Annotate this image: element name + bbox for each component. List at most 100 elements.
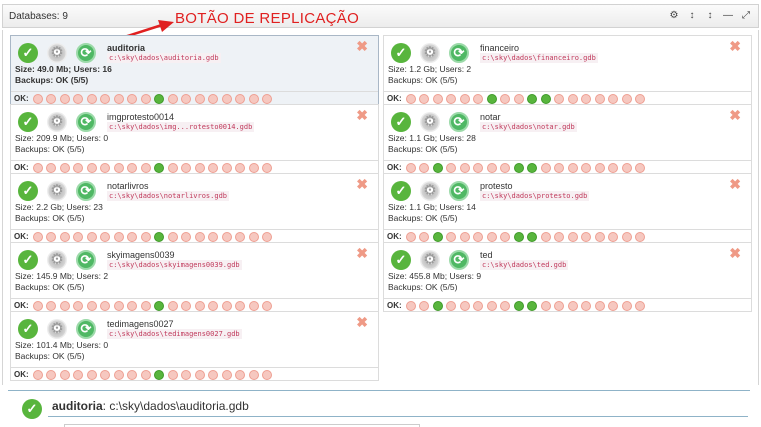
- status-dot[interactable]: [235, 369, 246, 380]
- status-dot[interactable]: [262, 162, 273, 173]
- gear-icon[interactable]: ⚙: [47, 181, 67, 201]
- status-dot[interactable]: [540, 231, 551, 242]
- status-dot[interactable]: [167, 300, 178, 311]
- close-icon[interactable]: ✖: [356, 176, 368, 193]
- status-dot[interactable]: [635, 300, 646, 311]
- replication-icon[interactable]: ⟳: [76, 250, 96, 270]
- status-dot[interactable]: [513, 162, 524, 173]
- sort-icon[interactable]: ↕: [684, 8, 700, 24]
- database-card[interactable]: ✓ ⚙ ⟳ tedimagens0027 c:\sky\dados\tedimagens…: [10, 311, 379, 381]
- status-dot[interactable]: [635, 162, 646, 173]
- status-dot[interactable]: [500, 162, 511, 173]
- status-dot[interactable]: [432, 162, 443, 173]
- close-icon[interactable]: ✖: [356, 245, 368, 262]
- status-dot[interactable]: [140, 162, 151, 173]
- status-dot[interactable]: [235, 93, 246, 104]
- status-dot[interactable]: [486, 231, 497, 242]
- status-dot[interactable]: [554, 93, 565, 104]
- status-dot[interactable]: [635, 93, 646, 104]
- gear-icon[interactable]: ⚙: [47, 112, 67, 132]
- status-dot[interactable]: [486, 93, 497, 104]
- status-dot[interactable]: [581, 300, 592, 311]
- status-dot[interactable]: [140, 93, 151, 104]
- status-dot[interactable]: [127, 93, 138, 104]
- status-dot[interactable]: [567, 93, 578, 104]
- status-dot[interactable]: [86, 300, 97, 311]
- database-card[interactable]: ✓ ⚙ ⟳ protesto c:\sky\dados\protesto.gdb Size…: [383, 173, 752, 243]
- status-dot[interactable]: [608, 162, 619, 173]
- status-dot[interactable]: [154, 231, 165, 242]
- status-dot[interactable]: [581, 162, 592, 173]
- status-dot[interactable]: [432, 231, 443, 242]
- status-dot[interactable]: [181, 93, 192, 104]
- status-dot[interactable]: [167, 162, 178, 173]
- replication-icon[interactable]: ⟳: [449, 181, 469, 201]
- status-dot[interactable]: [59, 162, 70, 173]
- status-dot[interactable]: [113, 300, 124, 311]
- status-dot[interactable]: [194, 369, 205, 380]
- status-dot[interactable]: [46, 369, 57, 380]
- status-dot[interactable]: [194, 231, 205, 242]
- status-dot[interactable]: [181, 300, 192, 311]
- replication-icon[interactable]: ⟳: [76, 43, 96, 63]
- status-dot[interactable]: [621, 93, 632, 104]
- status-dot[interactable]: [594, 162, 605, 173]
- status-dot[interactable]: [73, 369, 84, 380]
- status-dot[interactable]: [419, 93, 430, 104]
- status-dot[interactable]: [527, 162, 538, 173]
- status-dot[interactable]: [73, 93, 84, 104]
- status-dot[interactable]: [621, 162, 632, 173]
- status-dot[interactable]: [221, 300, 232, 311]
- status-ok-icon[interactable]: ✓: [18, 319, 38, 339]
- status-dot[interactable]: [513, 231, 524, 242]
- status-dot[interactable]: [621, 300, 632, 311]
- status-dot[interactable]: [486, 300, 497, 311]
- status-dot[interactable]: [567, 300, 578, 311]
- status-dot[interactable]: [194, 300, 205, 311]
- status-dot[interactable]: [32, 93, 43, 104]
- status-ok-icon[interactable]: ✓: [18, 112, 38, 132]
- status-dot[interactable]: [540, 300, 551, 311]
- database-card[interactable]: ✓ ⚙ ⟳ auditoria c:\sky\dados\auditoria.gdb Si…: [10, 35, 379, 105]
- status-dot[interactable]: [527, 300, 538, 311]
- status-dot[interactable]: [46, 300, 57, 311]
- status-dot[interactable]: [235, 300, 246, 311]
- gear-icon[interactable]: ⚙: [420, 43, 440, 63]
- status-dot[interactable]: [248, 93, 259, 104]
- status-dot[interactable]: [208, 231, 219, 242]
- status-dot[interactable]: [127, 369, 138, 380]
- status-dot[interactable]: [594, 93, 605, 104]
- status-dot[interactable]: [262, 369, 273, 380]
- status-dot[interactable]: [59, 300, 70, 311]
- database-card[interactable]: ✓ ⚙ ⟳ skyimagens0039 c:\sky\dados\skyimagens…: [10, 242, 379, 312]
- status-dot[interactable]: [167, 93, 178, 104]
- status-dot[interactable]: [248, 231, 259, 242]
- status-dot[interactable]: [554, 300, 565, 311]
- status-dot[interactable]: [235, 162, 246, 173]
- status-dot[interactable]: [594, 300, 605, 311]
- status-dot[interactable]: [405, 231, 416, 242]
- status-dot[interactable]: [208, 300, 219, 311]
- status-dot[interactable]: [221, 162, 232, 173]
- status-dot[interactable]: [248, 369, 259, 380]
- status-dot[interactable]: [554, 162, 565, 173]
- status-dot[interactable]: [527, 93, 538, 104]
- gear-icon[interactable]: ⚙: [47, 250, 67, 270]
- status-dot[interactable]: [608, 300, 619, 311]
- status-dot[interactable]: [113, 369, 124, 380]
- replication-icon[interactable]: ⟳: [76, 319, 96, 339]
- replication-icon[interactable]: ⟳: [449, 112, 469, 132]
- status-dot[interactable]: [248, 162, 259, 173]
- status-dot[interactable]: [608, 93, 619, 104]
- status-dot[interactable]: [486, 162, 497, 173]
- close-icon[interactable]: ✖: [729, 38, 741, 55]
- close-icon[interactable]: ✖: [356, 314, 368, 331]
- status-dot[interactable]: [167, 231, 178, 242]
- gear-icon[interactable]: ⚙: [666, 8, 682, 24]
- status-dot[interactable]: [100, 162, 111, 173]
- status-dot[interactable]: [473, 93, 484, 104]
- status-dot[interactable]: [194, 93, 205, 104]
- status-dot[interactable]: [140, 369, 151, 380]
- status-dot[interactable]: [32, 162, 43, 173]
- status-dot[interactable]: [167, 369, 178, 380]
